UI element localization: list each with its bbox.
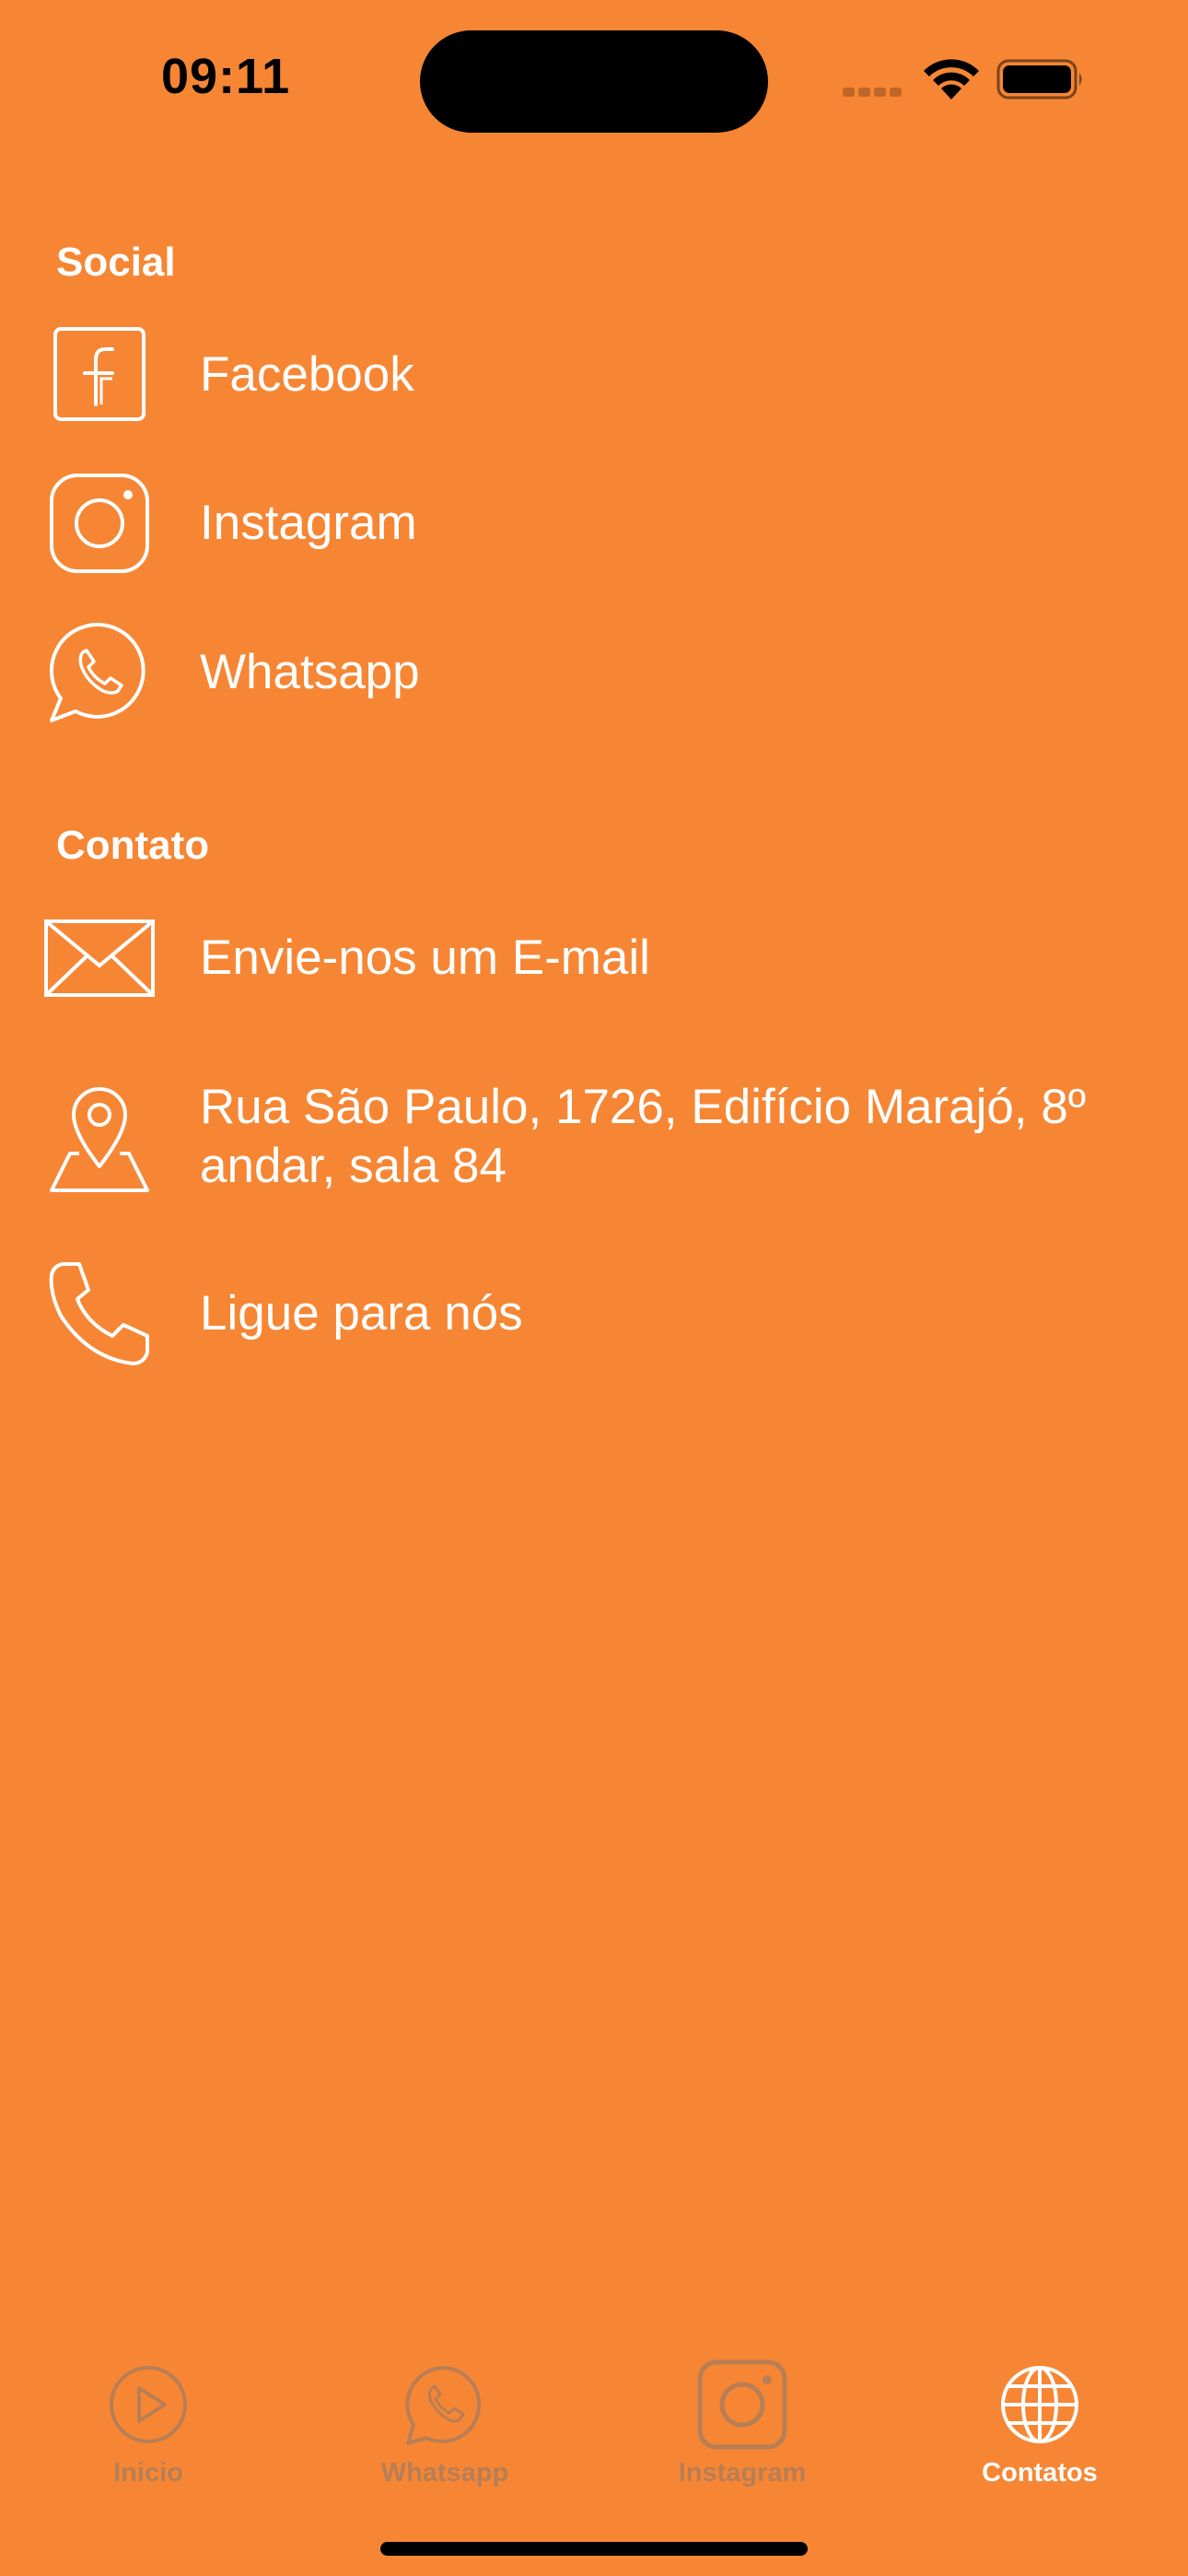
map-pin-icon: [42, 1082, 157, 1196]
tab-label: Instagram: [678, 2458, 807, 2488]
cellular-signal-icon: [843, 85, 905, 101]
instagram-icon: [696, 2359, 788, 2451]
tab-instagram[interactable]: Instagram: [627, 2340, 857, 2497]
contact-item-address[interactable]: Rua São Paulo, 1726, Edifício Marajó, 8º…: [0, 1076, 1188, 1201]
whatsapp-icon: [399, 2359, 491, 2451]
contact-item-label: Rua São Paulo, 1726, Edifício Marajó, 8º…: [200, 1080, 1087, 1193]
tab-inicio[interactable]: Inicio: [33, 2340, 263, 2497]
dynamic-island: [420, 30, 768, 133]
play-icon: [102, 2359, 194, 2451]
facebook-icon: [42, 318, 157, 432]
whatsapp-icon: [42, 615, 157, 730]
social-item-label: Whatsapp: [200, 645, 420, 699]
battery-icon: [996, 59, 1085, 106]
tab-label: Whatsapp: [380, 2458, 509, 2488]
section-title-social: Social: [56, 240, 176, 285]
tab-label: Contatos: [982, 2458, 1098, 2488]
tab-bar: Inicio Whatsapp Instagram Contatos: [0, 2340, 1188, 2524]
status-bar: 09:11: [0, 0, 1188, 157]
social-item-facebook[interactable]: Facebook: [0, 318, 1188, 432]
envelope-icon: [42, 901, 157, 1015]
phone-icon: [42, 1257, 157, 1371]
tab-contatos[interactable]: Contatos: [925, 2340, 1155, 2497]
globe-icon: [994, 2359, 1086, 2451]
wifi-icon: [921, 57, 982, 106]
contact-item-phone[interactable]: Ligue para nós: [0, 1257, 1188, 1371]
contact-item-label: Envie-nos um E-mail: [200, 931, 650, 985]
tab-label: Inicio: [113, 2458, 183, 2488]
social-item-label: Instagram: [200, 496, 417, 550]
social-item-instagram[interactable]: Instagram: [0, 466, 1188, 580]
social-item-label: Facebook: [200, 347, 414, 402]
contact-item-email[interactable]: Envie-nos um E-mail: [0, 901, 1188, 1015]
social-item-whatsapp[interactable]: Whatsapp: [0, 615, 1188, 730]
home-indicator[interactable]: [380, 2542, 808, 2556]
status-time: 09:11: [161, 49, 291, 104]
tab-whatsapp[interactable]: Whatsapp: [330, 2340, 560, 2497]
instagram-icon: [42, 466, 157, 580]
contact-item-label: Ligue para nós: [200, 1286, 523, 1341]
section-title-contato: Contato: [56, 823, 210, 868]
